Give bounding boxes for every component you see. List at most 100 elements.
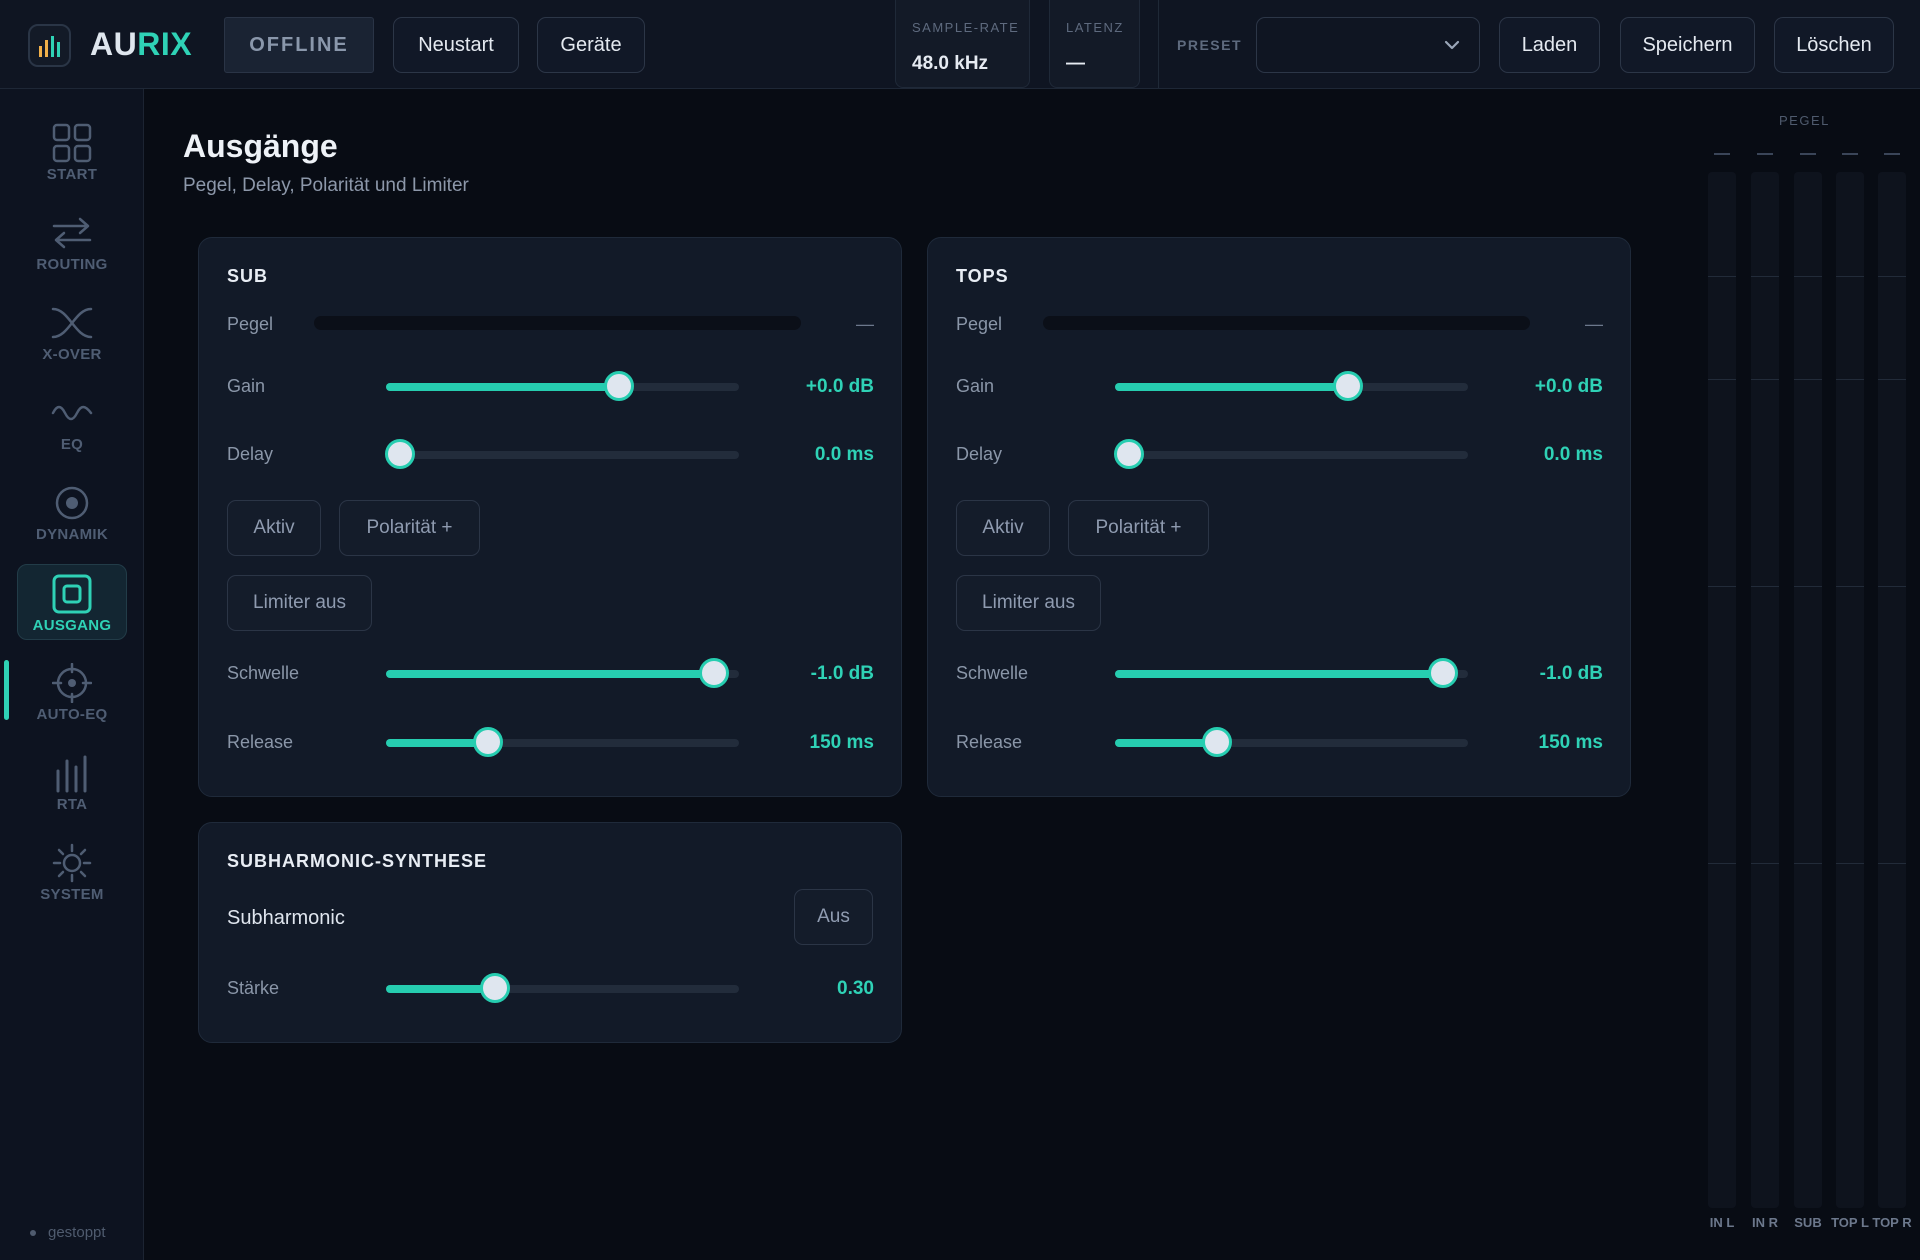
gain-label: Gain xyxy=(227,376,266,396)
level-peak-indicator xyxy=(1714,153,1730,155)
sidebar-item-routing[interactable]: ROUTING xyxy=(17,204,127,280)
release-slider[interactable] xyxy=(1115,727,1468,757)
sample-rate-label: SAMPLE-RATE xyxy=(912,20,1020,35)
slider-thumb[interactable] xyxy=(1428,658,1459,688)
threshold-slider[interactable] xyxy=(386,658,739,688)
subharmonic-toggle-button[interactable]: Aus xyxy=(794,889,873,945)
level-meter-column xyxy=(1794,172,1822,1208)
sidebar-item-label: ROUTING xyxy=(36,256,108,273)
engine-status-text: gestoppt xyxy=(48,1224,106,1241)
sidebar-item-auto-eq[interactable]: AUTO-EQ xyxy=(17,654,127,730)
threshold-slider[interactable] xyxy=(1115,658,1468,688)
sidebar-item-x-over[interactable]: X-OVER xyxy=(17,294,127,370)
latency-label: LATENZ xyxy=(1066,20,1124,35)
slider-thumb[interactable] xyxy=(1114,439,1145,469)
grid-icon xyxy=(52,123,92,163)
brand-part-2: RIX xyxy=(137,26,193,62)
limiter-toggle-button[interactable]: Limiter aus xyxy=(956,575,1101,631)
level-meter-tick xyxy=(1794,379,1822,380)
sidebar-item-start[interactable]: START xyxy=(17,114,127,190)
level-channel-label: TOP R xyxy=(1872,1215,1912,1230)
release-slider[interactable] xyxy=(386,727,739,757)
polarity-button[interactable]: Polarität + xyxy=(1068,500,1209,556)
limiter-toggle-button[interactable]: Limiter aus xyxy=(227,575,372,631)
restart-button[interactable]: Neustart xyxy=(393,17,519,73)
preset-label: PRESET xyxy=(1177,37,1243,53)
page-title: Ausgänge xyxy=(183,128,338,164)
level-meter xyxy=(314,316,801,330)
brand-part-1: AU xyxy=(90,26,138,62)
slider-thumb[interactable] xyxy=(385,439,416,469)
level-meter-tick xyxy=(1751,863,1779,864)
active-toggle-button[interactable]: Aktiv xyxy=(956,500,1050,556)
level-peak-indicator xyxy=(1884,153,1900,155)
sidebar-item-rta[interactable]: RTA xyxy=(17,744,127,820)
sidebar-item-label: RTA xyxy=(56,796,88,813)
latency-value: — xyxy=(1066,53,1085,74)
level-meter-column xyxy=(1751,172,1779,1208)
slider-thumb[interactable] xyxy=(699,658,730,688)
gain-slider[interactable] xyxy=(386,371,739,401)
equalizer-logo-icon xyxy=(39,36,60,57)
toolbar-divider xyxy=(1158,0,1159,88)
chevron-down-icon xyxy=(1444,40,1460,50)
slider-thumb[interactable] xyxy=(480,973,511,1003)
sidebar-item-eq[interactable]: EQ xyxy=(17,384,127,460)
polarity-button[interactable]: Polarität + xyxy=(339,500,480,556)
gain-slider[interactable] xyxy=(1115,371,1468,401)
load-preset-button[interactable]: Laden xyxy=(1499,17,1600,73)
active-nav-indicator xyxy=(4,660,9,720)
release-value: 150 ms xyxy=(809,732,874,753)
sidebar-item-label: START xyxy=(46,166,98,183)
strength-slider[interactable] xyxy=(386,973,739,1003)
threshold-label: Schwelle xyxy=(956,663,1029,683)
level-meter-tick xyxy=(1878,863,1906,864)
crossover-icon xyxy=(51,307,93,339)
output-square-icon xyxy=(52,574,92,614)
level-peak-indicator xyxy=(1842,153,1858,155)
level-peak-indicator xyxy=(1800,153,1816,155)
level-meter-tick xyxy=(1878,586,1906,587)
sidebar-item-label: AUSGANG xyxy=(32,617,112,634)
slider-fill xyxy=(386,383,619,391)
devices-button[interactable]: Geräte xyxy=(537,17,645,73)
level-meter-tick xyxy=(1751,276,1779,277)
level-meter-column xyxy=(1836,172,1864,1208)
level-meter-tick xyxy=(1878,276,1906,277)
delete-preset-button[interactable]: Löschen xyxy=(1774,17,1894,73)
delay-slider[interactable] xyxy=(385,439,739,469)
level-meter-tick xyxy=(1708,379,1736,380)
sidebar-item-ausgang[interactable]: AUSGANG xyxy=(17,564,127,640)
level-meter-tick xyxy=(1794,276,1822,277)
slider-thumb[interactable] xyxy=(1202,727,1233,757)
sidebar-item-system[interactable]: SYSTEM xyxy=(17,834,127,910)
level-meter-tick xyxy=(1878,379,1906,380)
slider-fill xyxy=(1115,670,1444,678)
crosshair-icon xyxy=(52,663,92,703)
save-preset-button[interactable]: Speichern xyxy=(1620,17,1755,73)
bars-icon xyxy=(56,755,87,793)
sidebar-item-dynamik[interactable]: DYNAMIK xyxy=(17,474,127,550)
delay-slider[interactable] xyxy=(1114,439,1468,469)
level-label: Pegel xyxy=(956,314,1003,334)
slider-thumb[interactable] xyxy=(603,371,634,401)
subharmonic-label: Subharmonic xyxy=(227,907,345,929)
active-toggle-button[interactable]: Aktiv xyxy=(227,500,321,556)
status-dot-icon xyxy=(30,1230,36,1237)
slider-thumb[interactable] xyxy=(473,727,504,757)
release-label: Release xyxy=(956,732,1023,752)
delay-label: Delay xyxy=(227,444,274,464)
latency-stat: LATENZ — xyxy=(1049,0,1140,88)
release-label: Release xyxy=(227,732,294,752)
sample-rate-stat: SAMPLE-RATE 48.0 kHz xyxy=(895,0,1030,88)
slider-thumb[interactable] xyxy=(1332,371,1363,401)
level-panel-title: PEGEL xyxy=(1779,113,1830,128)
subharmonic-card: SUBHARMONIC-SYNTHESE Subharmonic Aus Stä… xyxy=(198,822,902,1043)
release-value: 150 ms xyxy=(1538,732,1603,753)
preset-select[interactable] xyxy=(1256,17,1480,73)
level-meter-tick xyxy=(1708,863,1736,864)
delay-value: 0.0 ms xyxy=(814,444,874,465)
page-subtitle: Pegel, Delay, Polarität und Limiter xyxy=(183,175,469,196)
sidebar-item-label: SYSTEM xyxy=(40,886,104,903)
wave-icon xyxy=(51,405,93,421)
